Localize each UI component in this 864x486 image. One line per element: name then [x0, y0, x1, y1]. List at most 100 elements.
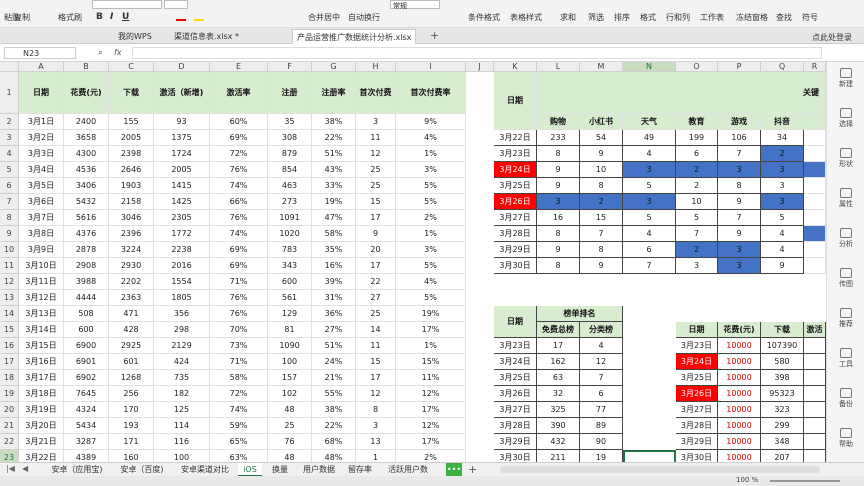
header-cell[interactable]: 游戏 [718, 114, 761, 130]
data-cell[interactable]: 2% [396, 450, 466, 462]
data-cell[interactable] [804, 242, 826, 258]
data-cell[interactable]: 3月28日 [494, 418, 537, 434]
header-cell[interactable]: 免费总榜 [537, 322, 580, 338]
data-cell[interactable]: 233 [537, 130, 580, 146]
data-cell[interactable]: 10000 [718, 418, 761, 434]
data-cell[interactable]: 3月11日 [19, 274, 64, 290]
data-cell[interactable]: 2305 [154, 210, 210, 226]
ribbon-button[interactable]: 条件格式 [468, 12, 500, 23]
data-cell[interactable]: 3月22日 [19, 450, 64, 462]
data-cell[interactable] [804, 386, 826, 402]
data-cell[interactable]: 3月12日 [19, 290, 64, 306]
header-cell[interactable]: 日期 [19, 72, 64, 114]
header-cell[interactable]: 花费(元) [718, 322, 761, 338]
data-cell[interactable]: 356 [154, 306, 210, 322]
data-cell[interactable]: 5 [761, 210, 804, 226]
side-panel-button[interactable]: 分析 [827, 228, 864, 249]
data-cell[interactable]: 3月7日 [19, 210, 64, 226]
data-cell[interactable] [804, 210, 826, 226]
data-cell[interactable]: 6 [623, 242, 676, 258]
data-cell[interactable]: 12% [396, 418, 466, 434]
data-cell[interactable]: 38% [312, 402, 356, 418]
data-cell[interactable]: 308 [268, 130, 312, 146]
data-cell[interactable]: 3月6日 [19, 194, 64, 210]
data-cell[interactable]: 9 [580, 258, 623, 274]
fill-color-icon[interactable] [194, 12, 204, 21]
data-cell[interactable]: 11% [396, 370, 466, 386]
add-sheet-plus-icon[interactable]: + [468, 463, 477, 476]
data-cell[interactable]: 3 [356, 418, 396, 434]
row-header[interactable]: 1 [0, 72, 19, 114]
column-header[interactable]: E [210, 62, 268, 72]
data-cell[interactable]: 58% [210, 370, 268, 386]
date-cell[interactable]: 3月28日 [494, 226, 537, 242]
data-cell[interactable]: 2 [580, 194, 623, 210]
data-cell[interactable]: 155 [109, 114, 154, 130]
ribbon-button[interactable]: 表格样式 [510, 12, 542, 23]
side-panel-button[interactable]: 备份 [827, 388, 864, 409]
data-cell[interactable]: 74% [210, 178, 268, 194]
data-cell[interactable]: 20 [356, 242, 396, 258]
spreadsheet-grid[interactable]: A B C D E F G H I J K L M N O P Q R 1 2 3 4 5 6 7 8 9 10 11 12 13 14 15 1… [0, 62, 826, 462]
data-cell[interactable]: 74% [210, 226, 268, 242]
data-cell[interactable]: 6 [580, 386, 623, 402]
data-cell[interactable]: 5% [396, 290, 466, 306]
data-cell[interactable]: 36% [312, 306, 356, 322]
data-cell[interactable]: 8 [580, 178, 623, 194]
date-cell[interactable]: 3月29日 [494, 242, 537, 258]
header-cell[interactable]: 小红书 [580, 114, 623, 130]
row-header[interactable]: 8 [0, 210, 19, 226]
data-cell[interactable]: 3月3日 [19, 146, 64, 162]
data-cell[interactable]: 3月29日 [494, 434, 537, 450]
data-cell[interactable]: 1% [396, 226, 466, 242]
data-cell[interactable]: 3月30日 [494, 450, 537, 462]
document-tab[interactable]: 我的WPS [114, 29, 156, 44]
data-cell[interactable]: 25 [356, 178, 396, 194]
row-header[interactable]: 17 [0, 354, 19, 370]
selected-cell-outline[interactable] [623, 450, 676, 462]
column-header[interactable]: B [64, 62, 109, 72]
data-cell[interactable]: 1% [396, 146, 466, 162]
data-cell[interactable]: 3月2日 [19, 130, 64, 146]
data-cell[interactable]: 16% [312, 258, 356, 274]
data-cell[interactable]: 19% [312, 194, 356, 210]
data-cell[interactable]: 125 [154, 402, 210, 418]
sheet-tab[interactable]: 活跃用户数 [380, 463, 436, 477]
data-cell[interactable]: 22 [356, 274, 396, 290]
ribbon-button[interactable]: 查找 [776, 12, 792, 23]
ribbon-button[interactable]: 冻结窗格 [736, 12, 768, 23]
data-cell[interactable]: 182 [154, 386, 210, 402]
data-cell[interactable]: 3月23日 [494, 338, 537, 354]
column-header[interactable]: Q [761, 62, 804, 72]
data-cell[interactable]: 5 [623, 210, 676, 226]
column-header[interactable]: M [580, 62, 623, 72]
data-cell[interactable]: 325 [537, 402, 580, 418]
data-cell[interactable]: 32 [537, 386, 580, 402]
data-cell[interactable]: 3287 [64, 434, 109, 450]
data-cell[interactable]: 4376 [64, 226, 109, 242]
data-cell[interactable]: 299 [761, 418, 804, 434]
data-cell[interactable]: 3月16日 [19, 354, 64, 370]
date-cell[interactable]: 3月29日 [676, 434, 718, 450]
data-cell[interactable]: 59% [210, 418, 268, 434]
column-header[interactable]: O [676, 62, 718, 72]
data-cell[interactable]: 8 [537, 258, 580, 274]
ribbon-button[interactable]: 符号 [802, 12, 818, 23]
data-cell[interactable]: 4% [396, 130, 466, 146]
data-cell[interactable]: 31% [312, 290, 356, 306]
data-cell[interactable]: 157 [268, 370, 312, 386]
data-cell[interactable]: 69% [210, 130, 268, 146]
date-cell[interactable]: 3月25日 [494, 178, 537, 194]
zoom-slider[interactable] [770, 480, 840, 482]
zoom-level[interactable]: 100 % [736, 476, 758, 484]
data-cell[interactable]: 10000 [718, 386, 761, 402]
header-cell[interactable]: 下载 [109, 72, 154, 114]
data-cell[interactable]: 1425 [154, 194, 210, 210]
column-header[interactable]: A [19, 62, 64, 72]
data-cell[interactable]: 4444 [64, 290, 109, 306]
header-cell[interactable]: 榜单排名 [537, 306, 623, 322]
data-cell[interactable]: 2 [676, 162, 718, 178]
data-cell[interactable] [804, 178, 826, 194]
data-cell[interactable]: 11 [356, 130, 396, 146]
header-cell[interactable]: 分类榜 [580, 322, 623, 338]
